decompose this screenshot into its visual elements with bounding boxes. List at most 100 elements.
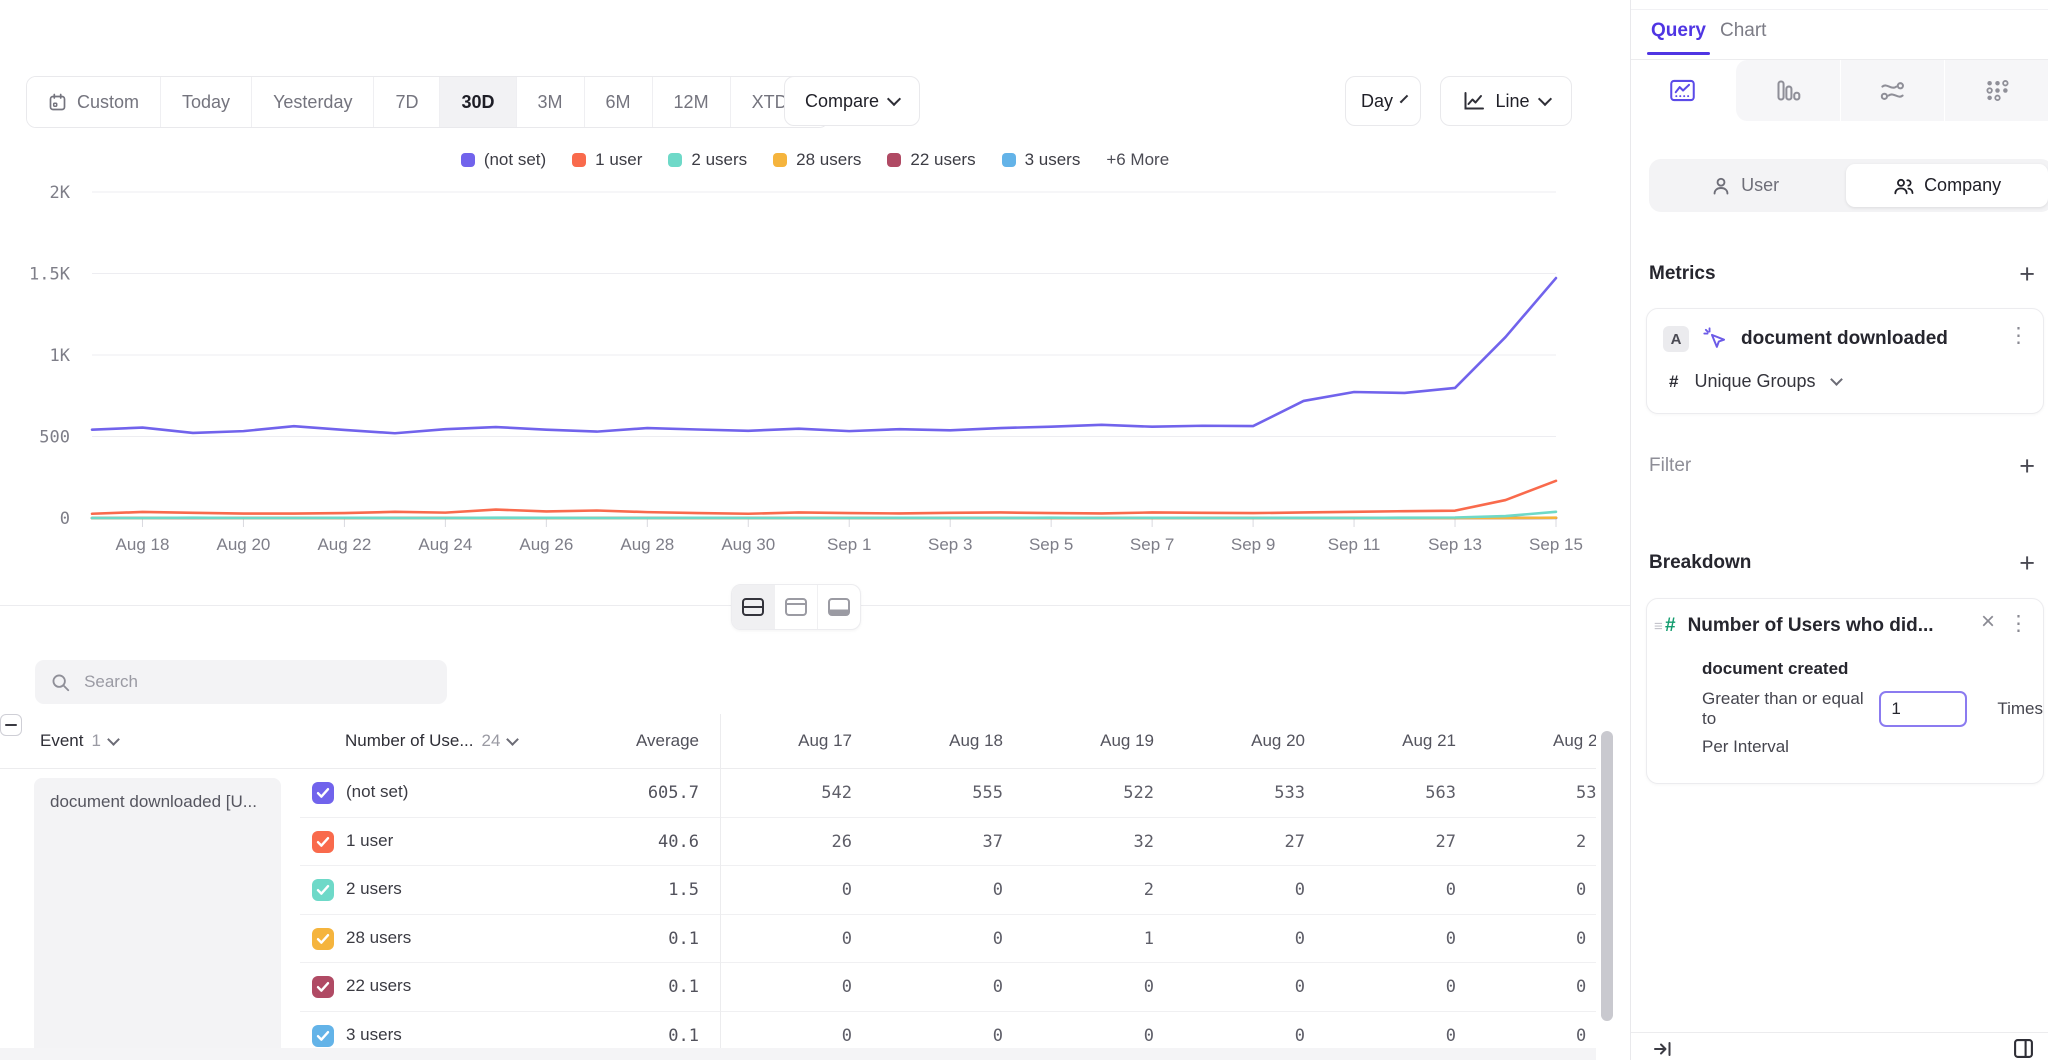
series-checkbox[interactable]: [312, 1025, 334, 1047]
legend-more[interactable]: +6 More: [1106, 150, 1169, 170]
legend-item[interactable]: 22 users: [887, 150, 975, 170]
chart-type-flow[interactable]: [1840, 60, 1945, 121]
svg-text:Sep 9: Sep 9: [1231, 535, 1275, 554]
series-average: 0.1: [530, 929, 699, 949]
legend-item[interactable]: 2 users: [668, 150, 747, 170]
value-cell: 2: [1456, 818, 1596, 866]
range-label: Today: [182, 92, 230, 113]
breakdown-card[interactable]: ≡ # Number of Users who did... × ⋮ docum…: [1646, 598, 2044, 784]
layout-table-only-button[interactable]: [817, 585, 860, 629]
svg-text:Sep 3: Sep 3: [928, 535, 972, 554]
series-average: 0.1: [530, 1026, 699, 1046]
svg-text:Aug 18: Aug 18: [116, 535, 170, 554]
select-all-checkbox[interactable]: [0, 714, 22, 736]
range-label: 12M: [674, 92, 709, 113]
value-cell: 0: [852, 963, 1003, 1011]
series-label: (not set): [346, 782, 408, 802]
legend-item[interactable]: 3 users: [1002, 150, 1081, 170]
series-values: 000000: [720, 963, 1596, 1011]
legend-label: 3 users: [1025, 150, 1081, 170]
range-label: 3M: [538, 92, 563, 113]
series-checkbox[interactable]: [312, 879, 334, 901]
breakdown-unit: Times: [1997, 699, 2043, 719]
date-column-header: Aug 19: [1003, 714, 1154, 768]
date-column-headers: Aug 17Aug 18Aug 19Aug 20Aug 21Aug 2: [720, 714, 1596, 768]
collapse-panel-icon[interactable]: [1653, 1040, 1673, 1058]
metric-measure[interactable]: Unique Groups: [1694, 371, 1815, 392]
vertical-scrollbar[interactable]: [1601, 731, 1613, 1021]
value-cell: 0: [852, 915, 1003, 963]
tab-query[interactable]: Query: [1651, 20, 1706, 42]
chart-type-line-active[interactable]: [1631, 60, 1735, 121]
kebab-icon[interactable]: ⋮: [2008, 329, 2029, 343]
range-today[interactable]: Today: [160, 77, 251, 127]
legend-item[interactable]: (not set): [461, 150, 546, 170]
series-checkbox[interactable]: [312, 976, 334, 998]
sparkle-cursor-icon: [1703, 327, 1727, 351]
add-filter-button[interactable]: +: [2019, 456, 2035, 476]
user-icon: [1711, 176, 1731, 196]
range-30d[interactable]: 30D: [439, 77, 515, 127]
legend-item[interactable]: 28 users: [773, 150, 861, 170]
compare-label: Compare: [805, 91, 879, 112]
chart-type-bar[interactable]: [1735, 60, 1840, 121]
columns-icon[interactable]: [2013, 1038, 2034, 1059]
event-column-header[interactable]: Event 1: [40, 731, 118, 751]
series-label: 22 users: [346, 976, 411, 996]
range-label: 6M: [606, 92, 631, 113]
sidebar-footer: [1631, 1032, 2048, 1060]
table-row: 2 users 1.5 002000: [300, 866, 1596, 915]
series-checkbox[interactable]: [312, 928, 334, 950]
svg-text:Aug 24: Aug 24: [418, 535, 472, 554]
add-breakdown-button[interactable]: +: [2019, 553, 2035, 573]
range-label: XTD: [752, 92, 788, 113]
breakdown-value-input[interactable]: [1879, 691, 1967, 727]
svg-text:Aug 26: Aug 26: [519, 535, 573, 554]
add-metric-button[interactable]: +: [2019, 264, 2035, 284]
value-cell: 533: [1154, 769, 1305, 817]
range-custom[interactable]: Custom: [27, 77, 160, 127]
value-cell: 0: [1305, 963, 1456, 1011]
scope-company-option[interactable]: Company: [1846, 164, 2048, 207]
metric-card[interactable]: A document downloaded ⋮ # Unique Groups: [1646, 308, 2044, 414]
close-icon[interactable]: ×: [1981, 613, 1995, 631]
event-cell[interactable]: document downloaded [U...: [34, 778, 281, 1060]
series-label: 28 users: [346, 928, 411, 948]
checkbox-check-icon: [316, 981, 330, 993]
chart-type-grid[interactable]: [1944, 60, 2048, 121]
series-checkbox[interactable]: [312, 782, 334, 804]
line-chart-icon: [1669, 78, 1696, 103]
tab-chart[interactable]: Chart: [1720, 20, 1766, 42]
breakdown-event: document created: [1702, 659, 1848, 679]
chart-type-button[interactable]: Line: [1440, 76, 1572, 126]
layout-split-button[interactable]: [732, 585, 774, 629]
checkbox-check-icon: [316, 933, 330, 945]
value-cell: 0: [1154, 866, 1305, 914]
range-3m[interactable]: 3M: [516, 77, 584, 127]
grid-dots-icon: [1984, 78, 2011, 103]
checkbox-check-icon: [316, 836, 330, 848]
legend-swatch: [1002, 153, 1016, 167]
granularity-button[interactable]: Day: [1345, 76, 1421, 126]
series-column-header[interactable]: Number of Use... 24: [345, 731, 517, 751]
breakdown-condition[interactable]: Greater than or equal to: [1702, 689, 1865, 729]
chart-legend: (not set) 1 user 2 users 28 users 22 use…: [0, 150, 1630, 170]
range-7d[interactable]: 7D: [373, 77, 439, 127]
legend-item[interactable]: 1 user: [572, 150, 642, 170]
series-checkbox[interactable]: [312, 831, 334, 853]
range-yesterday[interactable]: Yesterday: [251, 77, 373, 127]
breakdown-heading: Breakdown: [1649, 552, 1751, 574]
compare-button[interactable]: Compare: [784, 76, 920, 126]
search-icon: [51, 672, 70, 693]
date-column-header: Aug 18: [852, 714, 1003, 768]
range-6m[interactable]: 6M: [584, 77, 652, 127]
scope-user-option[interactable]: User: [1649, 159, 1841, 212]
layout-chart-only-button[interactable]: [774, 585, 817, 629]
search-input[interactable]: [82, 671, 431, 693]
legend-swatch: [572, 153, 586, 167]
svg-text:Sep 1: Sep 1: [827, 535, 871, 554]
drag-handle-icon[interactable]: ≡: [1654, 618, 1663, 635]
kebab-icon[interactable]: ⋮: [2008, 617, 2029, 631]
range-12m[interactable]: 12M: [652, 77, 730, 127]
date-column-header: Aug 17: [720, 714, 852, 768]
